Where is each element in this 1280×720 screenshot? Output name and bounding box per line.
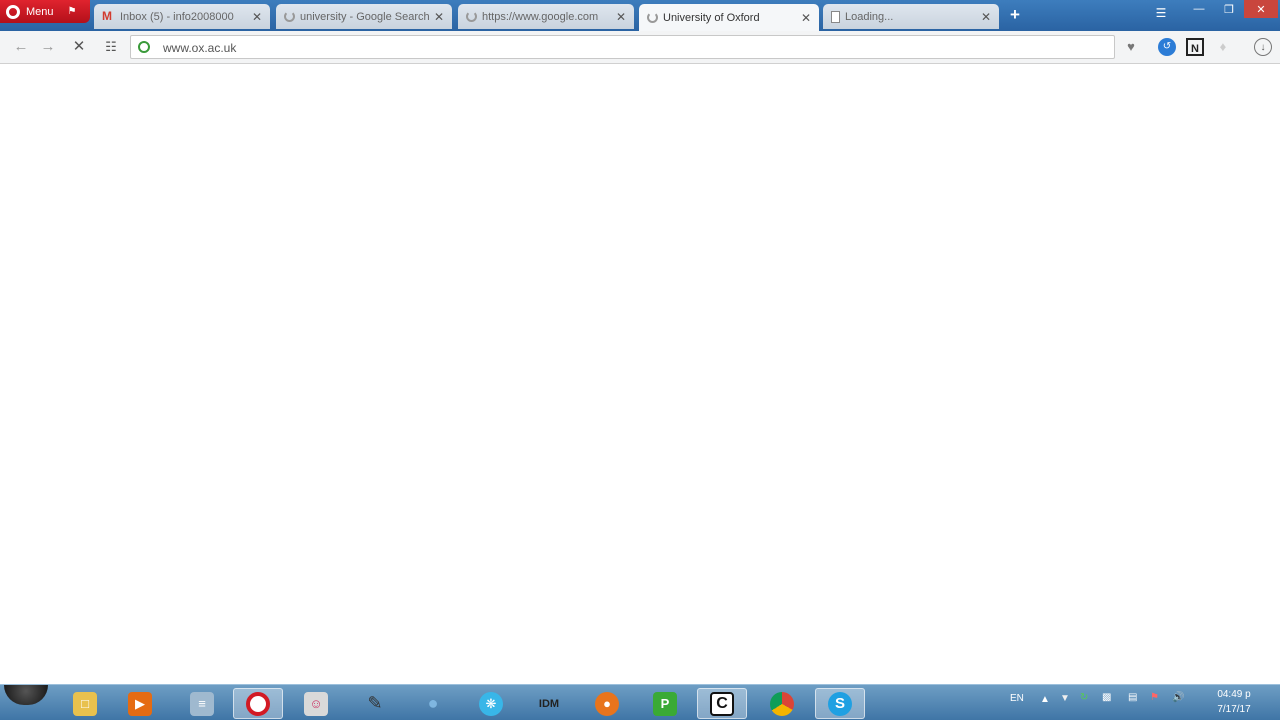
url-text[interactable]: www.ox.ac.uk xyxy=(163,41,236,55)
firefox-icon[interactable]: ● xyxy=(582,688,632,719)
taskbar: □ ▶ ≡ ☺ ✎ ● ❋ IDM ● P C S EN ▲ ▼ ↻ ▩ ▤ ⚑… xyxy=(0,684,1280,720)
c-app-icon[interactable]: C xyxy=(697,688,747,719)
system-clock[interactable]: 04:49 p 7/17/17 xyxy=(1196,687,1272,717)
tab-loading[interactable]: Loading... ✕ xyxy=(823,4,999,29)
menu-label: Menu xyxy=(26,5,54,18)
tab-menu-icon[interactable]: ☰ xyxy=(1152,6,1170,20)
new-tab-button[interactable]: + xyxy=(1006,5,1024,25)
tab-close-icon[interactable]: ✕ xyxy=(250,10,264,24)
clock-date: 7/17/17 xyxy=(1217,704,1251,715)
clock-time: 04:49 p xyxy=(1217,689,1251,700)
tab-close-icon[interactable]: ✕ xyxy=(432,10,446,24)
volume-icon[interactable]: 🔊 xyxy=(1172,692,1184,703)
address-bar[interactable]: www.ox.ac.uk xyxy=(130,35,1115,59)
p-app-icon[interactable]: P xyxy=(640,688,690,719)
opera-menu-button[interactable]: Menu ⚑ xyxy=(0,0,90,23)
tab-strip: Menu ⚑ M Inbox (5) - info2008000 ✕ unive… xyxy=(0,0,1280,31)
start-button[interactable] xyxy=(4,685,48,705)
tray-expand-icon[interactable]: ▲ xyxy=(1040,694,1050,705)
share-extension-icon[interactable]: ↺ xyxy=(1158,38,1176,56)
tray-flag-icon[interactable]: ⚑ xyxy=(1150,692,1159,703)
opera-logo-icon xyxy=(6,4,20,19)
page-content[interactable] xyxy=(0,65,1280,684)
n-extension-icon[interactable]: N xyxy=(1186,38,1204,56)
tab-label: https://www.google.com xyxy=(482,10,599,23)
media-player-icon[interactable]: ▶ xyxy=(115,688,165,719)
back-button[interactable]: ← xyxy=(10,37,32,57)
tab-google[interactable]: https://www.google.com ✕ xyxy=(458,4,634,29)
window-controls: — ❐ ✕ xyxy=(1184,0,1278,18)
skype-icon[interactable]: S xyxy=(815,688,865,719)
site-info-icon[interactable] xyxy=(138,41,150,53)
notepad-icon[interactable]: ≡ xyxy=(177,688,227,719)
language-indicator[interactable]: EN xyxy=(1010,693,1024,704)
tab-university-search[interactable]: university - Google Search ✕ xyxy=(276,4,452,29)
loading-spinner-icon xyxy=(466,11,477,22)
close-window-icon[interactable]: ✕ xyxy=(1244,0,1278,18)
tray-device-icon[interactable]: ▩ xyxy=(1102,692,1111,703)
maps-icon[interactable]: ● xyxy=(408,688,458,719)
minimize-icon[interactable]: — xyxy=(1184,0,1214,18)
tab-close-icon[interactable]: ✕ xyxy=(979,10,993,24)
tray-sync-icon[interactable]: ↻ xyxy=(1080,692,1088,703)
navigation-bar: ← → ✕ ☷ www.ox.ac.uk ♥ ↺ N ♦ ↓ xyxy=(0,31,1280,64)
tab-inbox[interactable]: M Inbox (5) - info2008000 ✕ xyxy=(94,4,270,29)
idm-icon[interactable]: IDM xyxy=(524,688,574,719)
tool-icon[interactable]: ✎ xyxy=(350,688,400,719)
bookmark-heart-icon[interactable]: ♥ xyxy=(1122,38,1140,56)
file-explorer-icon[interactable]: □ xyxy=(60,688,110,719)
menu-flag-icon: ⚑ xyxy=(67,6,77,17)
network-icon[interactable]: ❋ xyxy=(466,688,516,719)
tray-shield-icon[interactable]: ▼ xyxy=(1060,693,1070,704)
tab-label: Inbox (5) - info2008000 xyxy=(120,10,234,23)
tab-label: Loading... xyxy=(845,10,894,23)
gmail-icon: M xyxy=(102,9,112,23)
forward-button[interactable]: → xyxy=(37,37,59,57)
tray-network-icon[interactable]: ▤ xyxy=(1128,692,1137,703)
presenter-icon[interactable]: ☺ xyxy=(291,688,341,719)
screen: Menu ⚑ M Inbox (5) - info2008000 ✕ unive… xyxy=(0,0,1280,720)
loading-spinner-icon xyxy=(647,12,658,23)
tab-label: University of Oxford xyxy=(663,11,760,24)
tab-close-icon[interactable]: ✕ xyxy=(799,11,813,25)
speed-dial-button[interactable]: ☷ xyxy=(100,37,122,57)
tab-close-icon[interactable]: ✕ xyxy=(614,10,628,24)
download-icon[interactable]: ↓ xyxy=(1254,38,1272,56)
chrome-icon[interactable] xyxy=(757,688,807,719)
tab-label: university - Google Search xyxy=(300,10,430,23)
maximize-icon[interactable]: ❐ xyxy=(1214,0,1244,18)
tab-oxford[interactable]: University of Oxford ✕ xyxy=(639,4,819,31)
shield-extension-icon[interactable]: ♦ xyxy=(1214,38,1232,56)
page-icon xyxy=(831,10,840,23)
opera-icon[interactable] xyxy=(233,688,283,719)
stop-loading-button[interactable]: ✕ xyxy=(68,37,90,57)
loading-spinner-icon xyxy=(284,11,295,22)
